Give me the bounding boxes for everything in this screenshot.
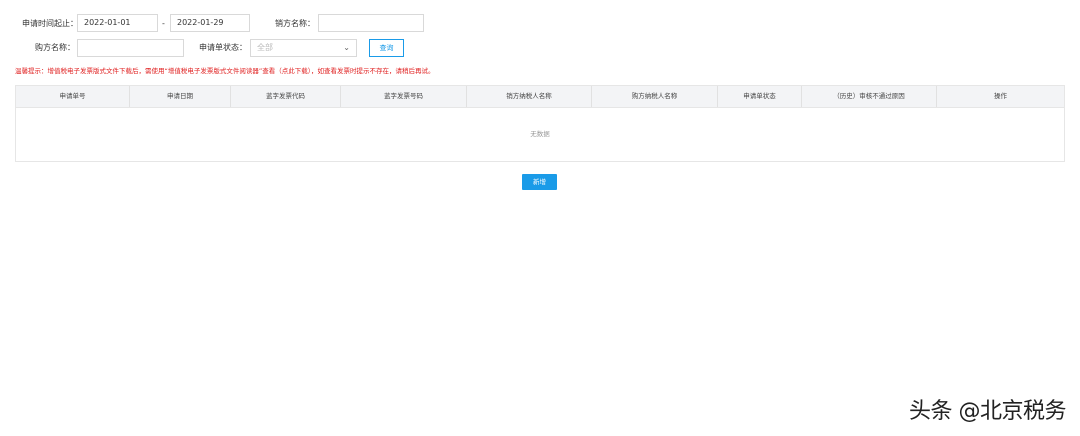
seller-name-label: 销方名称： — [275, 19, 315, 28]
chevron-down-icon: ⌄ — [343, 43, 350, 52]
date-end-input[interactable]: 2022-01-29 — [170, 14, 250, 32]
search-button[interactable]: 查询 — [369, 39, 404, 57]
requests-table: 申请单号 申请日期 蓝字发票代码 蓝字发票号码 销方纳税人名称 购方纳税人名称 … — [15, 85, 1065, 162]
watermark-text: 头条 @北京税务 — [909, 399, 1067, 424]
column-header: 蓝字发票号码 — [341, 86, 467, 107]
notice-message: 温馨提示：增值税电子发票版式文件下载后，需使用“增值税电子发票版式文件阅读器”查… — [15, 67, 435, 75]
date-range-separator: - — [162, 19, 165, 28]
notice-text: 温馨提示：增值税电子发票版式文件下载后，需使用“增值税电子发票版式文件阅读器”查… — [15, 66, 435, 76]
table-header: 申请单号 申请日期 蓝字发票代码 蓝字发票号码 销方纳税人名称 购方纳税人名称 … — [16, 86, 1064, 108]
empty-state-text: 无数据 — [530, 130, 550, 138]
seller-name-input[interactable] — [318, 14, 424, 32]
column-header: 申请单号 — [16, 86, 130, 107]
column-header: 操作 — [994, 92, 1007, 100]
column-header: 购方纳税人名称 — [592, 86, 718, 107]
column-header: 申请单状态 — [718, 86, 802, 107]
date-start-input[interactable]: 2022-01-01 — [77, 14, 158, 32]
column-header: 销方纳税人名称 — [467, 86, 592, 107]
buyer-name-label: 购方名称： — [35, 43, 75, 52]
status-label: 申请单状态： — [199, 43, 247, 52]
status-select[interactable]: 全部 ⌄ — [250, 39, 357, 57]
date-range-label: 申请时间起止： — [22, 19, 78, 28]
add-button[interactable]: 新增 — [522, 174, 557, 190]
buyer-name-input[interactable] — [77, 39, 184, 57]
column-header: 申请日期 — [130, 86, 231, 107]
status-select-value: 全部 — [257, 43, 273, 52]
column-header: 蓝字发票代码 — [231, 86, 341, 107]
column-header: （历史）审核不通过原因 — [802, 86, 937, 107]
